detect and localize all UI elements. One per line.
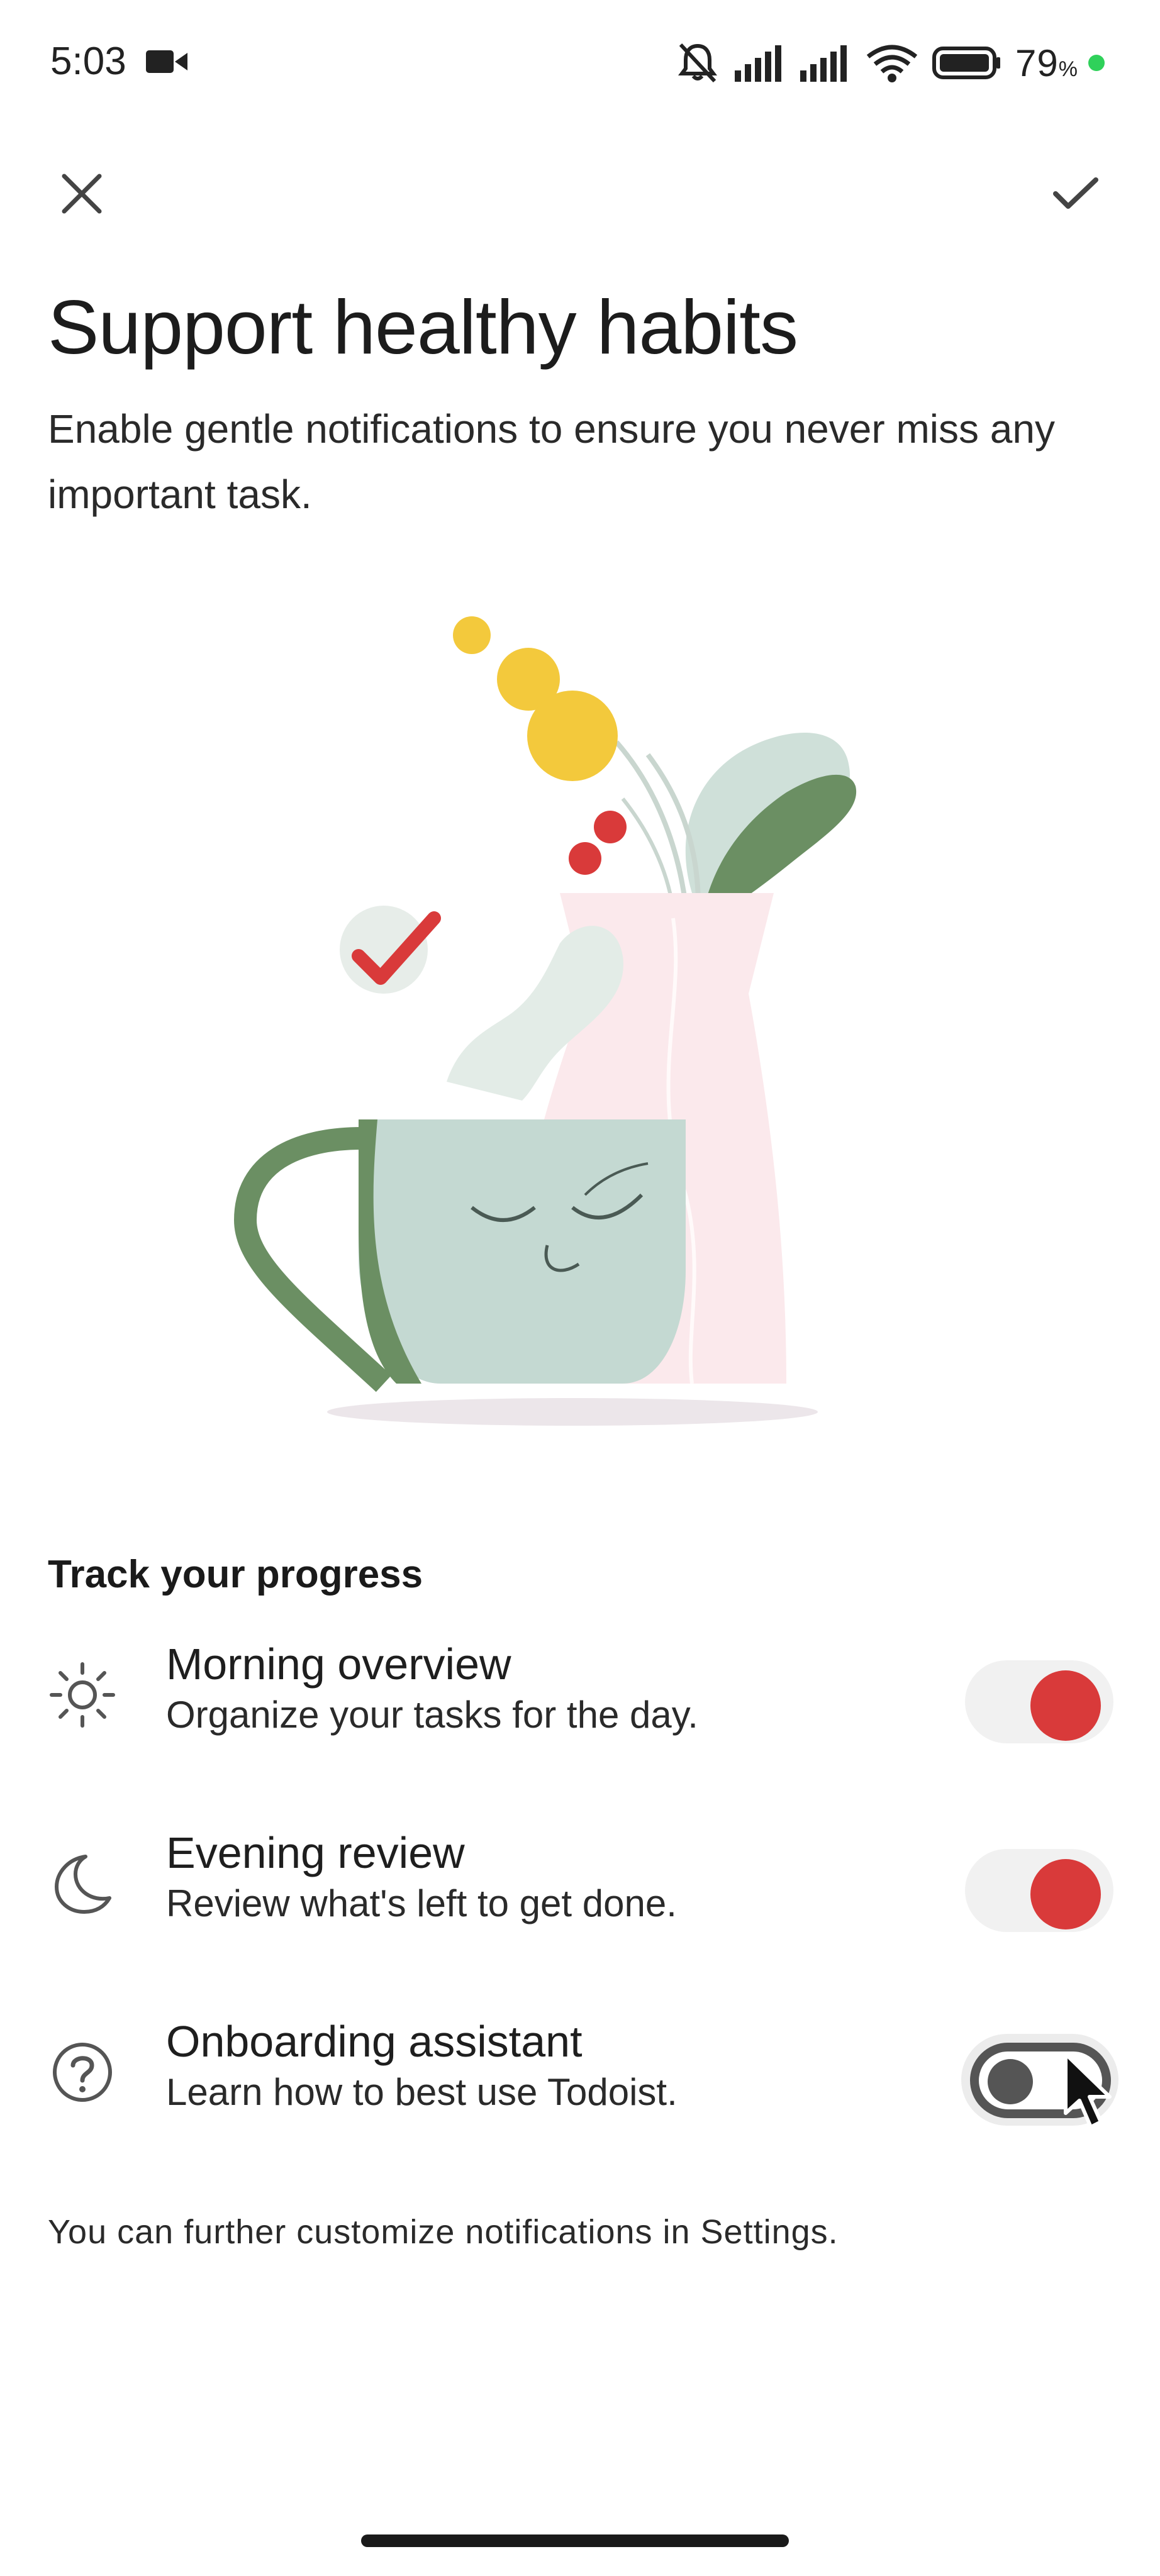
home-indicator[interactable] <box>361 2534 789 2547</box>
setting-row-evening-review[interactable]: Evening review Review what's left to get… <box>0 1811 1160 1968</box>
status-bar: 5:03 79% <box>0 0 1160 126</box>
red-berry-1 <box>594 811 627 843</box>
evening-review-toggle[interactable] <box>965 1849 1113 1932</box>
wifi-icon <box>866 45 918 82</box>
status-icons: 79% <box>674 38 1105 88</box>
moon-icon <box>48 1849 117 1918</box>
check-icon <box>1053 177 1098 209</box>
habits-illustration <box>233 616 857 1426</box>
setting-title: Evening review <box>166 1828 465 1877</box>
ground-shadow <box>327 1398 818 1426</box>
page-subtitle: Enable gentle notifications to ensure yo… <box>48 406 1055 517</box>
status-time: 5:03 <box>50 40 126 83</box>
morning-overview-toggle[interactable] <box>965 1660 1113 1743</box>
signal-icon <box>735 45 782 82</box>
battery-percentage: 79% <box>1015 42 1078 84</box>
setting-description: Review what's left to get done. <box>166 1882 677 1924</box>
close-icon <box>62 174 102 214</box>
setting-description: Learn how to best use Todoist. <box>166 2071 678 2113</box>
signal-icon <box>800 45 847 82</box>
close-button[interactable] <box>38 150 126 238</box>
privacy-indicator-dot <box>1088 55 1105 71</box>
setting-row-onboarding-assistant[interactable]: Onboarding assistant Learn how to best u… <box>0 2000 1160 2157</box>
video-camera-icon <box>146 50 187 73</box>
red-berry-2 <box>569 842 601 875</box>
confirm-button[interactable] <box>1032 150 1120 238</box>
mouse-cursor-icon <box>1064 2052 1112 2129</box>
mug <box>359 1119 686 1384</box>
help-circle-icon <box>48 2038 117 2107</box>
section-title: Track your progress <box>48 1553 423 1596</box>
setting-row-morning-overview[interactable]: Morning overview Organize your tasks for… <box>0 1623 1160 1780</box>
setting-description: Organize your tasks for the day. <box>166 1694 698 1736</box>
sun-icon <box>48 1660 117 1729</box>
setting-title: Morning overview <box>166 1640 511 1689</box>
page-title: Support healthy habits <box>48 284 798 370</box>
muted-bell-icon <box>678 43 718 83</box>
yellow-flower-small <box>453 616 491 654</box>
yellow-flower-large <box>527 691 618 781</box>
setting-title: Onboarding assistant <box>166 2017 583 2066</box>
footer-note: You can further customize notifications … <box>48 2213 839 2251</box>
battery-icon <box>932 47 1001 79</box>
